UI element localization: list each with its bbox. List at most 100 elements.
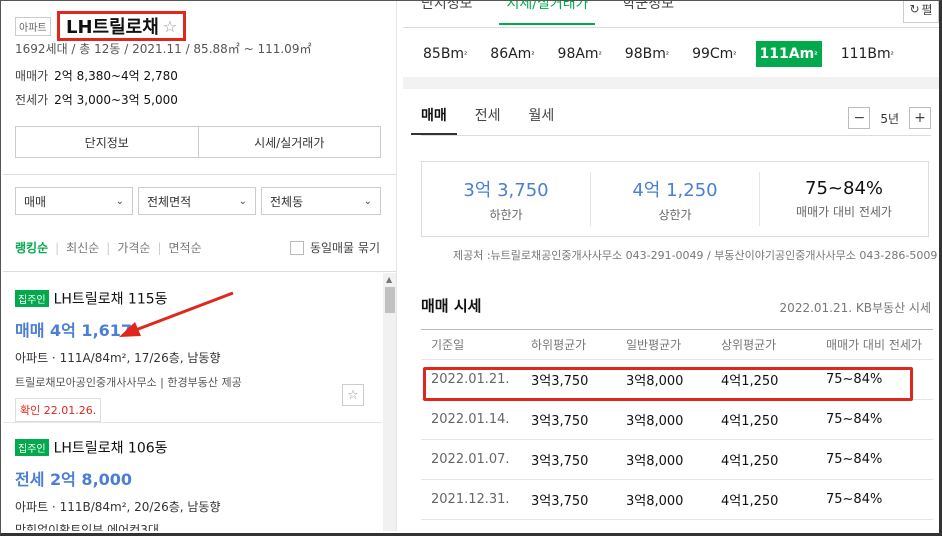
tab-monthly-rent[interactable]: 월세 — [529, 105, 555, 125]
confirm-date-badge: 확인 22.01.26. — [15, 397, 102, 422]
sort-latest[interactable]: 최신순 — [66, 239, 99, 256]
tab-school-info[interactable]: 학군정보 — [605, 1, 691, 19]
area-value: 전체면적 — [147, 194, 192, 209]
chevron-down-icon: ⌄ — [115, 195, 124, 207]
tab-label: 학군정보 — [622, 1, 675, 12]
favorite-star-icon[interactable]: ☆ — [163, 17, 177, 36]
complex-summary-panel: 아파트 LH트릴로채 ☆ 1692세대 / 총 12동 / 2021.11 / … — [3, 1, 397, 531]
checkbox[interactable] — [289, 240, 304, 255]
scroll-up-icon[interactable]: ▲ — [386, 275, 392, 284]
listing-name: LH트릴로채 115동 — [53, 291, 168, 308]
listing-note: 막힘없이확트인뷰 에어컨3대 — [15, 522, 159, 532]
expand-label: 펼 — [921, 2, 933, 17]
area-select[interactable]: 전체면적 ⌄ — [138, 187, 256, 215]
upper-price-cell: 4억 1,250 상한가 — [590, 172, 759, 226]
data-source-text: 제공처 :뉴트릴로채공인중개사사무소 043-291-0049 / 부동산이야기… — [453, 249, 938, 262]
trade-type-value: 매매 — [24, 194, 47, 209]
sort-options: 랭킹순 | 최신순 | 가격순 | 면적순 — [15, 239, 202, 256]
jeonse-price-row: 전세가 2억 3,000~3억 5,000 — [15, 91, 178, 108]
market-price-title: 매매 시세 — [421, 297, 482, 315]
complex-title-highlight: LH트릴로채 ☆ — [57, 11, 187, 41]
owner-badge: 집주인 — [15, 439, 49, 456]
jeonse-ratio-value: 75~84% — [805, 178, 883, 199]
table-cell: 4억1,250 — [721, 494, 779, 509]
table-cell: 3억8,000 — [626, 454, 684, 469]
jeonse-ratio-label: 매매가 대비 전세가 — [796, 205, 892, 219]
table-cell: 75~84% — [826, 492, 883, 507]
column-header: 기준일 — [431, 338, 465, 352]
table-cell: 2022.01.07. — [431, 452, 510, 467]
sale-price-label: 매매가 — [15, 69, 49, 83]
tab-label: 단지정보 — [421, 1, 473, 12]
price-history-button[interactable]: 시세/실거래가 — [197, 127, 381, 157]
refresh-icon: ↻ — [909, 2, 920, 16]
table-cell: 2021.12.31. — [431, 492, 510, 507]
table-row: 2022.01.14. 3억3,750 3억8,000 4억1,250 75~8… — [421, 400, 933, 440]
apartment-type-badge: 아파트 — [15, 17, 51, 36]
sort-ranking[interactable]: 랭킹순 — [15, 239, 48, 256]
owner-badge: 집주인 — [15, 290, 49, 307]
building-select[interactable]: 전체동 ⌄ — [261, 187, 381, 215]
trade-type-tabs: 매매 전세 월세 — [411, 105, 555, 135]
table-header: 기준일 하위평균가 일반평균가 상위평균가 매매가 대비 전세가 — [421, 330, 933, 360]
divider — [3, 271, 396, 272]
period-stepper: − 5년 + — [848, 107, 931, 129]
sort-area[interactable]: 면적순 — [169, 239, 202, 256]
tab-label: 시세/실거래가 — [506, 1, 589, 12]
tab-jeonse[interactable]: 전세 — [475, 105, 501, 125]
scrollbar-thumb[interactable] — [385, 287, 395, 313]
sort-price[interactable]: 가격순 — [117, 239, 150, 256]
jeonse-price-label: 전세가 — [15, 93, 49, 107]
group-same-listings-toggle[interactable]: 동일매물 묶기 — [289, 239, 380, 256]
area-selector: 85Bm ² 86Am ² 98Am ² 98Bm ² 99Cm ² 111Am ² 111… — [419, 41, 898, 67]
price-summary-card: 3억 3,750 하한가 4억 1,250 상한가 75~84% 매매가 대비 … — [421, 161, 929, 237]
table-cell: 2022.01.21. — [431, 372, 510, 387]
table-cell: 3억3,750 — [531, 374, 589, 389]
table-cell: 3억3,750 — [531, 454, 589, 469]
area-option[interactable]: 111Bm ² — [837, 41, 898, 67]
area-option[interactable]: 99Cm ² — [688, 41, 740, 67]
table-cell: 75~84% — [826, 452, 883, 467]
column-header: 상위평균가 — [721, 338, 777, 352]
top-tabs: 단지정보 시세/실거래가 학군정보 — [403, 1, 939, 27]
divider — [403, 27, 939, 28]
table-cell: 2022.01.14. — [431, 412, 510, 427]
table-cell: 3억3,750 — [531, 414, 589, 429]
increase-period-button[interactable]: + — [909, 107, 931, 129]
area-option[interactable]: 98Am ² — [554, 41, 606, 67]
area-option[interactable]: 98Bm ² — [621, 41, 673, 67]
bookmark-star-icon[interactable]: ☆ — [342, 384, 364, 406]
complex-info-button[interactable]: 단지정보 — [16, 127, 198, 157]
lower-price-label: 하한가 — [489, 207, 523, 222]
table-cell: 3억8,000 — [626, 374, 684, 389]
table-cell: 4억1,250 — [721, 374, 779, 389]
trade-type-select[interactable]: 매매 ⌄ — [15, 187, 133, 215]
listing-filters: 매매 ⌄ 전체면적 ⌄ 전체동 ⌄ — [15, 187, 381, 215]
table-cell: 3억8,000 — [626, 494, 684, 509]
area-option[interactable]: 85Bm ² — [419, 41, 471, 67]
tab-complex-info[interactable]: 단지정보 — [403, 1, 489, 19]
price-panel: 단지정보 시세/실거래가 학군정보 ↻ 펼 85Bm ² 86Am ² 98Am ² 9… — [403, 1, 939, 531]
column-header: 매매가 대비 전세가 — [826, 338, 922, 352]
tab-price-history[interactable]: 시세/실거래가 — [489, 1, 605, 25]
expand-button[interactable]: ↻ 펼 — [903, 1, 939, 23]
listing-scrollbar[interactable]: ▲ — [383, 273, 396, 531]
table-cell: 75~84% — [826, 412, 883, 427]
area-option-selected[interactable]: 111Am ² — [755, 41, 822, 67]
column-header: 하위평균가 — [531, 338, 587, 352]
sale-price-value: 2억 8,380~4억 2,780 — [54, 69, 178, 83]
period-value: 5년 — [880, 111, 899, 126]
jeonse-ratio-cell: 75~84% 매매가 대비 전세가 — [759, 172, 928, 226]
tab-sale[interactable]: 매매 — [411, 105, 457, 135]
listing-price: 전세 2억 8,000 — [15, 469, 133, 489]
table-cell: 75~84% — [826, 372, 883, 387]
listing-name: LH트릴로채 106동 — [53, 440, 168, 457]
table-cell: 4억1,250 — [721, 454, 779, 469]
decrease-period-button[interactable]: − — [848, 107, 871, 129]
jeonse-price-value: 2억 3,000~3억 5,000 — [54, 93, 178, 107]
complex-meta: 1692세대 / 총 12동 / 2021.11 / 85.88㎡ ~ 111.… — [15, 42, 312, 56]
listing-item[interactable]: 집주인 LH트릴로채 106동 전세 2억 8,000 아파트 · 111B/84… — [15, 437, 370, 531]
listing-item[interactable]: 집주인 LH트릴로채 115동 매매 4억 1,617 아파트 · 111A/84… — [15, 288, 370, 422]
table-cell: 3억3,750 — [531, 494, 589, 509]
area-option[interactable]: 86Am ² — [486, 41, 538, 67]
